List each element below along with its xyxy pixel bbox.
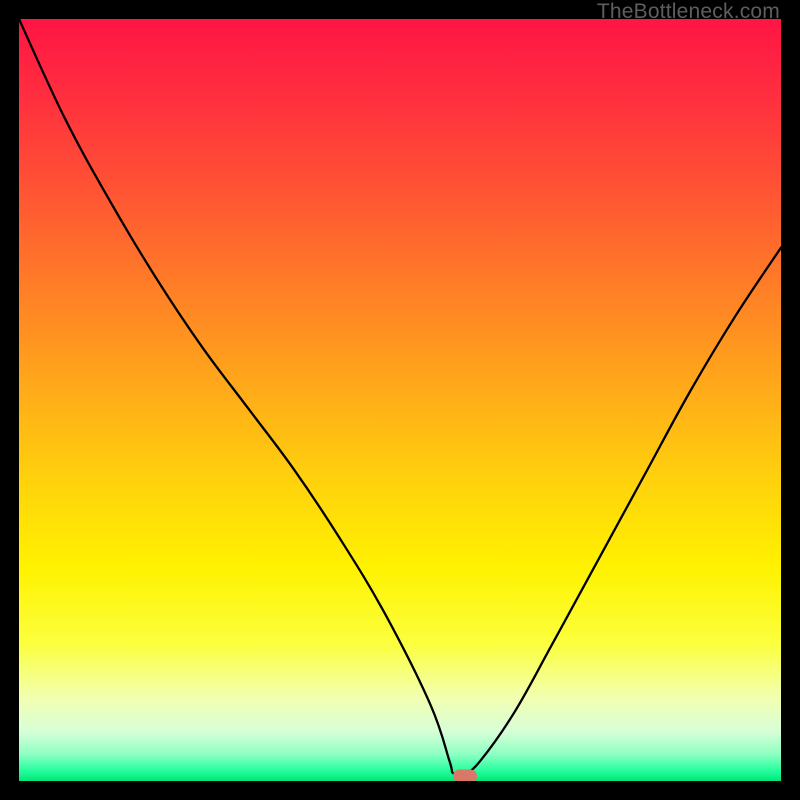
watermark-text: TheBottleneck.com: [597, 0, 780, 24]
optimal-point-marker: [453, 770, 477, 781]
plot-frame: [19, 19, 781, 781]
bottleneck-curve: [19, 19, 781, 781]
